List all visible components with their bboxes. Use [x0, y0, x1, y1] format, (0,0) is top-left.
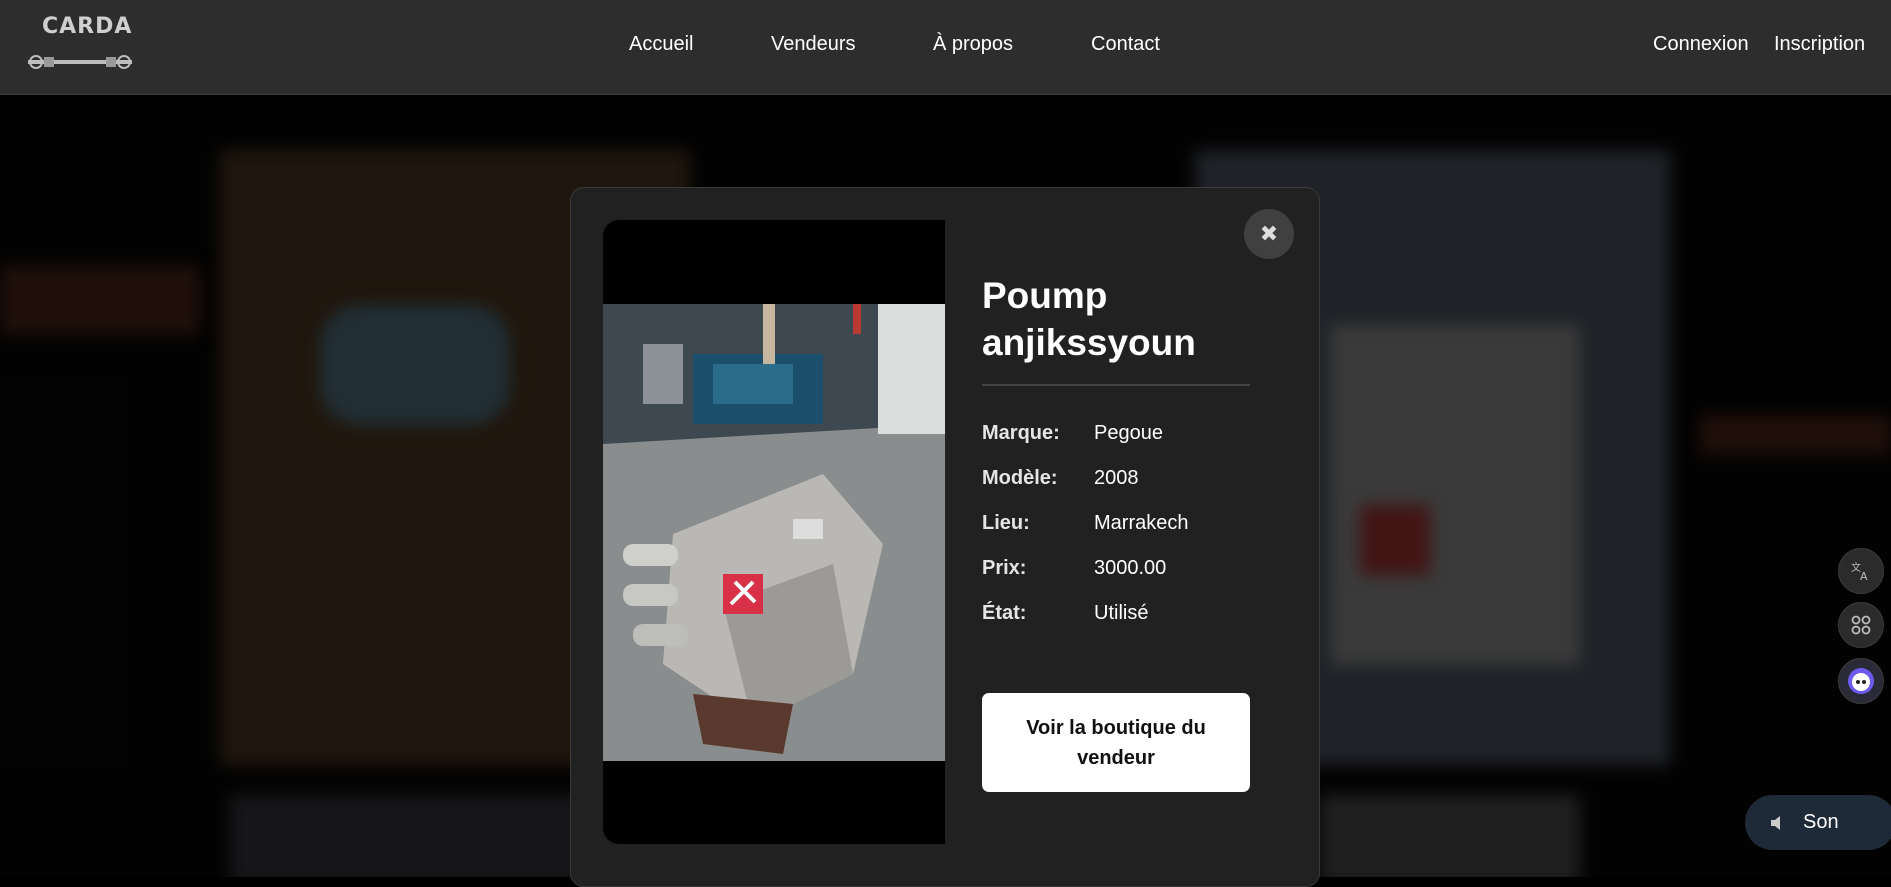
- nav-about[interactable]: À propos: [933, 33, 1013, 56]
- model-value: 2008: [1094, 467, 1139, 489]
- price-value: 3000.00: [1094, 557, 1167, 579]
- speaker-icon: [1771, 815, 1780, 830]
- logo-text: CARDA: [42, 14, 133, 39]
- driveshaft-logo-icon: [28, 55, 132, 69]
- assistant-face-icon: [1848, 668, 1874, 694]
- nav-home[interactable]: Accueil: [629, 33, 693, 56]
- brand-value: Pegoue: [1094, 422, 1163, 444]
- top-navbar: CARDA Accueil Vendeurs À propos Contact …: [0, 0, 1891, 95]
- product-title: Poump anjikssyoun: [982, 275, 1196, 363]
- price-label: Prix:: [982, 557, 1027, 579]
- product-photo-frame: [603, 220, 945, 844]
- condition-value: Utilisé: [1094, 602, 1149, 624]
- command-icon: [1851, 615, 1871, 635]
- title-divider: [982, 384, 1250, 386]
- location-label: Lieu:: [982, 512, 1030, 534]
- brand-label: Marque:: [982, 422, 1060, 444]
- condition-label: État:: [982, 602, 1027, 624]
- product-modal: ✖ Poump anjikssyoun Marque: Pegoue Modèl…: [570, 187, 1320, 887]
- model-label: Modèle:: [982, 467, 1058, 489]
- view-seller-shop-button[interactable]: Voir la boutique du vendeur: [982, 693, 1250, 792]
- nav-contact[interactable]: Contact: [1091, 33, 1160, 56]
- translate-icon: 文 A: [1851, 561, 1868, 582]
- close-icon: ✖: [1259, 221, 1279, 246]
- sound-label: Son: [1803, 811, 1839, 833]
- login-link[interactable]: Connexion: [1653, 33, 1749, 56]
- sound-toggle-button[interactable]: Son: [1745, 795, 1891, 850]
- nav-sellers[interactable]: Vendeurs: [771, 33, 856, 56]
- translate-button[interactable]: 文 A: [1838, 548, 1884, 594]
- assistant-button[interactable]: [1838, 658, 1884, 704]
- svg-text:A: A: [1860, 570, 1868, 582]
- close-modal-button[interactable]: ✖: [1244, 209, 1294, 259]
- register-link[interactable]: Inscription: [1774, 33, 1865, 56]
- carda-logo[interactable]: CARDA: [24, 14, 136, 70]
- location-value: Marrakech: [1094, 512, 1189, 534]
- apps-button[interactable]: [1838, 602, 1884, 648]
- pump-product-photo: [603, 304, 945, 761]
